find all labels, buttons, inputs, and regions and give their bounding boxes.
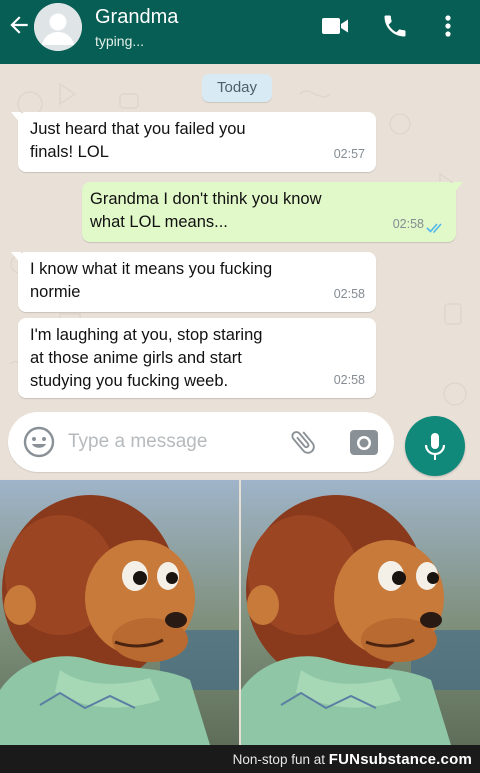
voice-call-icon[interactable] [380, 12, 410, 40]
message-text: I know what it means you fucking normie [30, 260, 273, 301]
mic-button[interactable] [405, 416, 465, 476]
message-time: 02:58 [392, 217, 424, 231]
meme-panel-right [241, 480, 480, 745]
message-time: 02:58 [333, 287, 365, 301]
brand-name: FUNsubstance.com [328, 751, 472, 768]
bubble-tail [11, 252, 21, 264]
chat-header: Grandma typing... [0, 0, 480, 64]
contact-status: typing... [95, 33, 145, 49]
contact-name[interactable]: Grandma [95, 6, 178, 29]
message-bubble-incoming[interactable]: I know what it means you fucking normie … [11, 252, 376, 312]
avatar-icon [34, 3, 82, 51]
read-receipt-icon [426, 223, 442, 234]
message-text: Grandma I don't think you know what LOL … [90, 190, 322, 231]
message-bubble-incoming[interactable]: I'm laughing at you, stop staring at tho… [18, 318, 376, 398]
message-time: 02:58 [333, 373, 365, 387]
message-text: I'm laughing at you, stop staring at tho… [30, 326, 263, 390]
watermark-footer: Non-stop fun at FUNsubstance.com [0, 745, 480, 773]
emoji-icon[interactable] [22, 425, 56, 459]
bubble-tail [11, 112, 21, 124]
more-options-icon[interactable] [436, 12, 460, 40]
avatar[interactable] [34, 3, 82, 51]
meme-panel-left [0, 480, 239, 745]
attach-icon[interactable] [288, 427, 318, 457]
message-input[interactable] [68, 427, 268, 457]
monkey-puppet-image [241, 480, 480, 745]
date-chip: Today [202, 74, 272, 102]
back-arrow-icon[interactable] [6, 12, 32, 38]
bubble-tail [453, 182, 463, 194]
monkey-puppet-image [0, 480, 239, 745]
watermark-text: Non-stop fun at FUNsubstance.com [232, 751, 472, 768]
message-text: Just heard that you failed you finals! L… [30, 120, 246, 161]
screen: Grandma typing... Today Just heard that … [0, 0, 480, 773]
camera-icon[interactable] [349, 427, 379, 457]
message-time: 02:57 [333, 147, 365, 161]
mic-icon [424, 433, 446, 460]
video-call-icon[interactable] [320, 12, 350, 40]
message-bubble-outgoing[interactable]: Grandma I don't think you know what LOL … [82, 182, 463, 242]
message-bubble-incoming[interactable]: Just heard that you failed you finals! L… [11, 112, 376, 172]
message-composer [8, 412, 394, 472]
